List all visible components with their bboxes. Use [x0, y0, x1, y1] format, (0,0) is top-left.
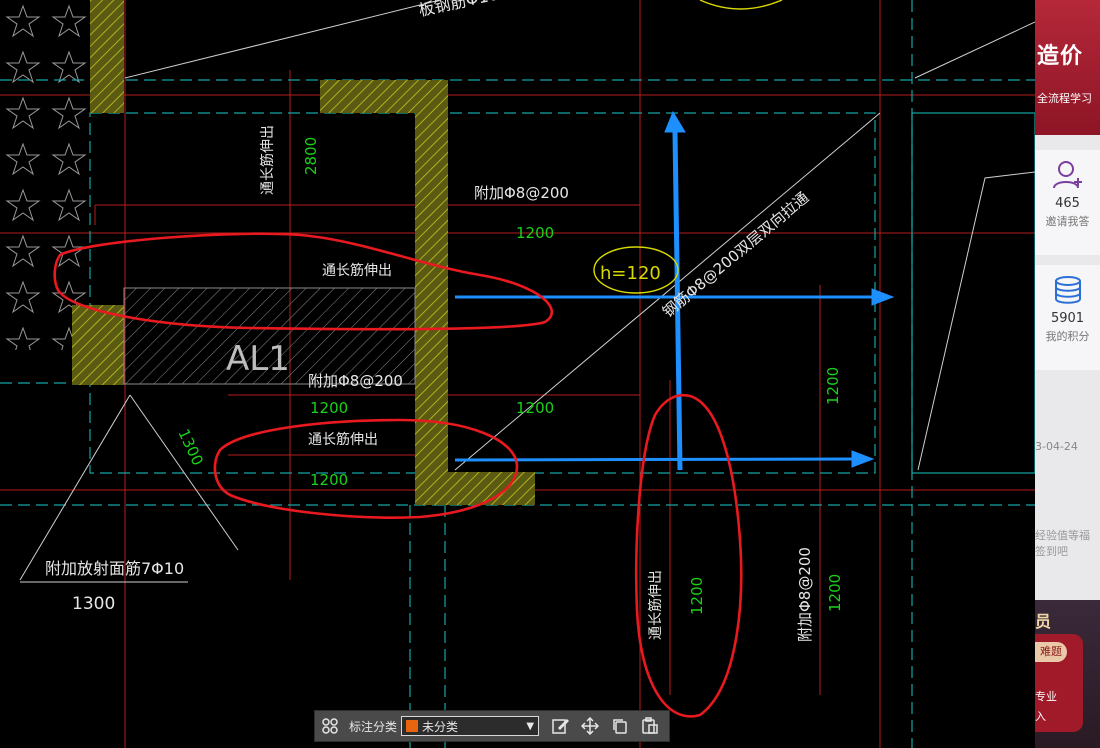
sidebar-date: 3-04-24: [1035, 440, 1078, 453]
invite-answer-card[interactable]: 465 邀请我答: [1035, 150, 1100, 255]
label-long-rebar-vertical-top: 通长筋伸出: [259, 125, 276, 195]
label-add-rebar-mid: 附加Φ8@200: [308, 372, 403, 390]
vip-line-1: 专业: [1035, 690, 1057, 703]
label-dim-1200-top: 1200: [516, 224, 554, 242]
label-long-rebar-h1: 通长筋伸出: [322, 262, 392, 279]
category-grid-icon[interactable]: [318, 714, 342, 738]
label-dim-1200-mid-left: 1200: [310, 399, 348, 417]
label-dim-1200-mid-right: 1200: [516, 399, 554, 417]
copy-icon[interactable]: [608, 714, 632, 738]
label-add-rebar-top: 附加Φ8@200: [474, 184, 569, 202]
add-user-icon: [1052, 161, 1082, 189]
label-dim-2800: 2800: [302, 137, 320, 175]
points-count: 5901: [1050, 311, 1085, 326]
promo-line-2: 签到吧: [1035, 545, 1068, 558]
banner-title: 造价: [1037, 44, 1084, 69]
label-dim-1300: 1300: [72, 594, 115, 614]
yellow-arc-top: [699, 0, 783, 10]
move-icon[interactable]: [578, 714, 602, 738]
category-color-swatch: [406, 720, 419, 732]
vip-card[interactable]: 难题 专业 入: [1035, 634, 1083, 732]
wall-hatch: [72, 0, 535, 505]
edit-icon[interactable]: [548, 714, 572, 738]
star-hatch-region: [0, 0, 90, 350]
annotation-toolbar: 标注分类 未分类 ▼: [314, 710, 670, 742]
label-long-rebar-vertical-bottom: 通长筋伸出: [647, 570, 664, 640]
paste-icon[interactable]: [638, 714, 662, 738]
promo-line-1: 经验值等福: [1035, 529, 1090, 542]
label-dim-1200-v1: 1200: [688, 577, 706, 615]
category-selected-value: 未分类: [422, 719, 459, 734]
chevron-down-icon: ▼: [526, 720, 535, 732]
promo-banner[interactable]: 造价 全流程学习: [1035, 0, 1100, 135]
cad-drawing-canvas[interactable]: 板钢筋Φ10 通长筋伸出 2800 附加Φ8@200 1200 通长筋伸出 h=…: [0, 0, 1035, 748]
label-beam-id: AL1: [226, 339, 290, 379]
vip-line-2: 入: [1035, 710, 1046, 723]
label-thickness: h=120: [600, 263, 661, 284]
label-dim-1200-v2: 1200: [826, 574, 844, 612]
category-select[interactable]: 未分类 ▼: [401, 716, 540, 736]
invite-count: 465: [1055, 196, 1080, 211]
right-room-outline: [911, 112, 1035, 474]
signin-promo[interactable]: 经验值等福 签到吧: [1035, 528, 1090, 560]
label-long-rebar-h2: 通长筋伸出: [308, 431, 378, 448]
vip-title: 员: [1035, 612, 1052, 631]
label-diag-rebar: 钢筋Φ8@200双层双向拉通: [659, 188, 812, 321]
category-label: 标注分类: [349, 719, 398, 734]
label-top-note: 板钢筋Φ10: [417, 0, 500, 20]
vip-tag: 难题: [1035, 642, 1067, 662]
points-label: 我的积分: [1045, 330, 1090, 343]
label-add-rebar-right: 附加Φ8@200: [796, 547, 814, 642]
coins-icon: [1054, 276, 1081, 304]
label-dim-1300-rotated: 1300: [174, 426, 206, 468]
label-radial-rebar: 附加放射面筋7Φ10: [45, 559, 184, 578]
label-dim-1200-low: 1200: [310, 471, 348, 489]
right-sidebar: 造价 全流程学习 465 邀请我答 5901 我的积分 3-04-24 经验值等…: [1035, 0, 1100, 748]
vip-panel[interactable]: 员 难题 专业 入: [1035, 600, 1100, 748]
points-card[interactable]: 5901 我的积分: [1035, 265, 1100, 370]
banner-subtitle: 全流程学习: [1037, 92, 1092, 105]
invite-label: 邀请我答: [1045, 215, 1090, 228]
label-dim-1200-v3: 1200: [824, 367, 842, 405]
